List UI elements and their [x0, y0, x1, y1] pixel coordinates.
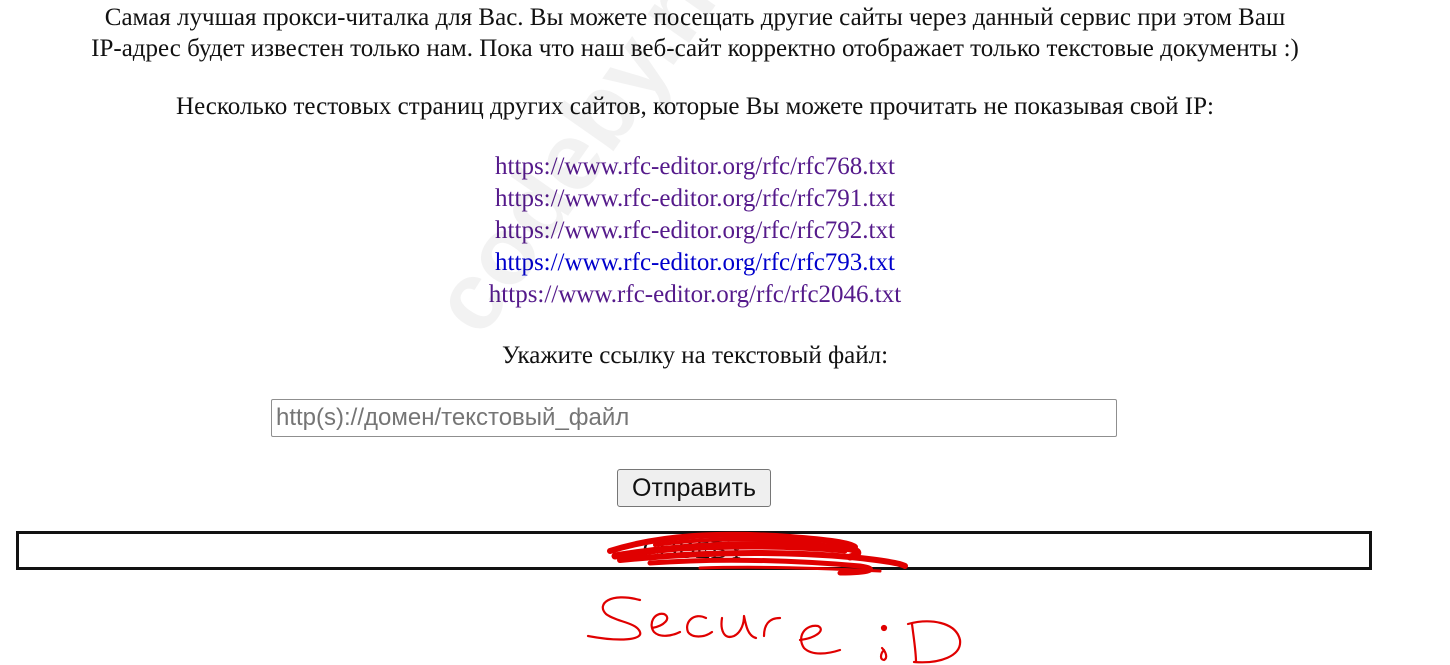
link-rfc791[interactable]: https://www.rfc-editor.org/rfc/rfc791.tx…: [0, 183, 1390, 215]
link-rfc793[interactable]: https://www.rfc-editor.org/rfc/rfc793.tx…: [0, 247, 1390, 279]
link-rfc792[interactable]: https://www.rfc-editor.org/rfc/rfc792.tx…: [0, 215, 1390, 247]
intro-line-2: IP-адрес будет известен только нам. Пока…: [91, 35, 1299, 62]
footer-box: CODEBY: [16, 531, 1372, 570]
link-rfc768[interactable]: https://www.rfc-editor.org/rfc/rfc768.tx…: [0, 151, 1390, 183]
intro-text: Самая лучшая прокси-читалка для Вас. Вы …: [0, 2, 1390, 64]
page: Самая лучшая прокси-читалка для Вас. Вы …: [0, 0, 1450, 665]
intro-line-1: Самая лучшая прокси-читалка для Вас. Вы …: [104, 4, 1286, 31]
links-heading: Несколько тестовых страниц других сайтов…: [176, 93, 1214, 120]
test-links-list: https://www.rfc-editor.org/rfc/rfc768.tx…: [0, 151, 1390, 311]
url-prompt-label: Укажите ссылку на текстовый файл:: [501, 342, 889, 369]
url-input[interactable]: [271, 399, 1117, 437]
secure-scribble-text: [586, 596, 962, 664]
submit-button[interactable]: Отправить: [617, 469, 771, 507]
link-rfc2046[interactable]: https://www.rfc-editor.org/rfc/rfc2046.t…: [0, 279, 1390, 311]
footer-text: CODEBY: [642, 537, 746, 564]
